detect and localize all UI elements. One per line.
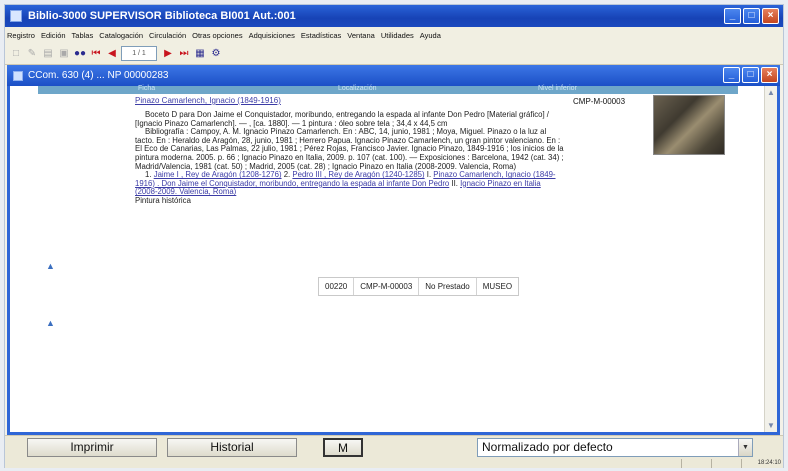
record-number-field[interactable]: 1 / 1 xyxy=(121,46,157,61)
delete-record-icon[interactable]: ▤ xyxy=(41,47,55,61)
first-record-icon[interactable]: ⏮ xyxy=(89,47,103,61)
app-icon xyxy=(10,10,22,22)
status-cell-3 xyxy=(741,459,751,468)
record-body: Boceto D para Don Jaime el Conquistador,… xyxy=(135,110,565,206)
menu-utilidades[interactable]: Utilidades xyxy=(381,31,414,40)
window-controls: _ □ × xyxy=(724,8,779,24)
expand-up-icon-2[interactable]: ▲ xyxy=(46,318,55,328)
format-select-value: Normalizado por defecto xyxy=(482,440,613,454)
dropdown-arrow-icon[interactable]: ▼ xyxy=(738,439,752,456)
status-bar: 18:24:10 xyxy=(5,459,783,468)
header-ficha: Ficha xyxy=(138,85,156,92)
copy-number: 00220 xyxy=(319,278,355,295)
minimize-button[interactable]: _ xyxy=(724,8,741,24)
menu-edicion[interactable]: Edición xyxy=(41,31,66,40)
menu-estadisticas[interactable]: Estadísticas xyxy=(301,31,341,40)
scroll-up-icon[interactable]: ▲ xyxy=(767,88,775,97)
record-window-title: CCom. 630 (4) ... NP 00000283 xyxy=(28,70,169,81)
menu-ventana[interactable]: Ventana xyxy=(347,31,375,40)
tools-icon[interactable]: ⚙ xyxy=(209,47,223,61)
subject-prefix-4: II. xyxy=(451,178,458,188)
author-link[interactable]: Pinazo Camarlench, Ignacio (1849-1916) xyxy=(135,96,281,105)
m-button[interactable]: M xyxy=(323,438,363,457)
copy-location: MUSEO xyxy=(476,278,519,295)
status-clock: 18:24:10 xyxy=(757,460,781,466)
menu-catalogacion[interactable]: Catalogación xyxy=(99,31,143,40)
header-nivel-inferior: Nivel inferior xyxy=(538,85,577,92)
previous-record-icon[interactable]: ◀ xyxy=(105,47,119,61)
record-description: Boceto D para Don Jaime el Conquistador,… xyxy=(135,110,549,128)
record-close-button[interactable]: × xyxy=(761,67,778,83)
column-header-bar: Ficha Localización Nivel inferior xyxy=(38,85,738,94)
app-window: Biblio-3000 SUPERVISOR Biblioteca BI001 … xyxy=(4,4,784,468)
bottom-bar: Imprimir Historial M Normalizado por def… xyxy=(5,435,783,459)
status-cell-2 xyxy=(711,459,741,468)
copy-table-row[interactable]: 00220 CMP-M-00003 No Prestado MUSEO xyxy=(318,277,520,296)
print-icon[interactable]: ▦ xyxy=(193,47,207,61)
edit-record-icon[interactable]: ✎ xyxy=(25,47,39,61)
record-genre: Pintura histórica xyxy=(135,195,191,205)
record-minimize-button[interactable]: _ xyxy=(723,67,740,83)
menu-circulacion[interactable]: Circulación xyxy=(149,31,186,40)
scroll-down-icon[interactable]: ▼ xyxy=(767,421,775,430)
vertical-scrollbar[interactable]: ▲ ▼ xyxy=(764,86,777,432)
menu-ayuda[interactable]: Ayuda xyxy=(420,31,441,40)
painting-thumbnail[interactable] xyxy=(653,95,725,155)
app-title: Biblio-3000 SUPERVISOR Biblioteca BI001 … xyxy=(28,10,296,22)
menu-adquisiciones[interactable]: Adquisiciones xyxy=(249,31,295,40)
menu-tablas[interactable]: Tablas xyxy=(72,31,94,40)
header-localizacion: Localización xyxy=(338,85,377,92)
title-bar: Biblio-3000 SUPERVISOR Biblioteca BI001 … xyxy=(5,5,783,27)
last-record-icon[interactable]: ⏭ xyxy=(177,47,191,61)
record-maximize-button[interactable]: □ xyxy=(742,67,759,83)
record-window: CCom. 630 (4) ... NP 00000283 _ □ × Fich… xyxy=(7,65,780,435)
menu-registro[interactable]: Registro xyxy=(7,31,35,40)
print-button[interactable]: Imprimir xyxy=(27,438,157,457)
status-cell-1 xyxy=(681,459,711,468)
new-record-icon[interactable]: □ xyxy=(9,47,23,61)
copy-status: No Prestado xyxy=(419,278,477,295)
maximize-button[interactable]: □ xyxy=(743,8,760,24)
expand-up-icon[interactable]: ▲ xyxy=(46,261,55,271)
history-button[interactable]: Historial xyxy=(167,438,297,457)
close-button[interactable]: × xyxy=(762,8,779,24)
record-window-icon xyxy=(13,70,23,81)
menu-otras-opciones[interactable]: Otras opciones xyxy=(192,31,242,40)
binoculars-icon[interactable]: ●● xyxy=(73,47,87,61)
record-subjects: 1. Jaime I , Rey de Aragón (1208-1276) 2… xyxy=(135,170,565,197)
record-window-title-bar: CCom. 630 (4) ... NP 00000283 _ □ × xyxy=(7,65,780,86)
toolbar: □ ✎ ▤ ▣ ●● ⏮ ◀ 1 / 1 ▶ ⏭ ▦ ⚙ xyxy=(5,43,783,65)
record-window-controls: _ □ × xyxy=(723,67,778,83)
menu-bar: Registro Edición Tablas Catalogación Cir… xyxy=(5,27,783,43)
call-number: CMP-M-00003 xyxy=(573,97,626,106)
next-record-icon[interactable]: ▶ xyxy=(161,47,175,61)
copy-call-number: CMP-M-00003 xyxy=(354,278,420,295)
save-record-icon[interactable]: ▣ xyxy=(57,47,71,61)
format-select[interactable]: Normalizado por defecto ▼ xyxy=(477,438,753,457)
record-bibliography: Bibliografía : Campoy, A. M. Ignacio Pin… xyxy=(135,127,564,171)
